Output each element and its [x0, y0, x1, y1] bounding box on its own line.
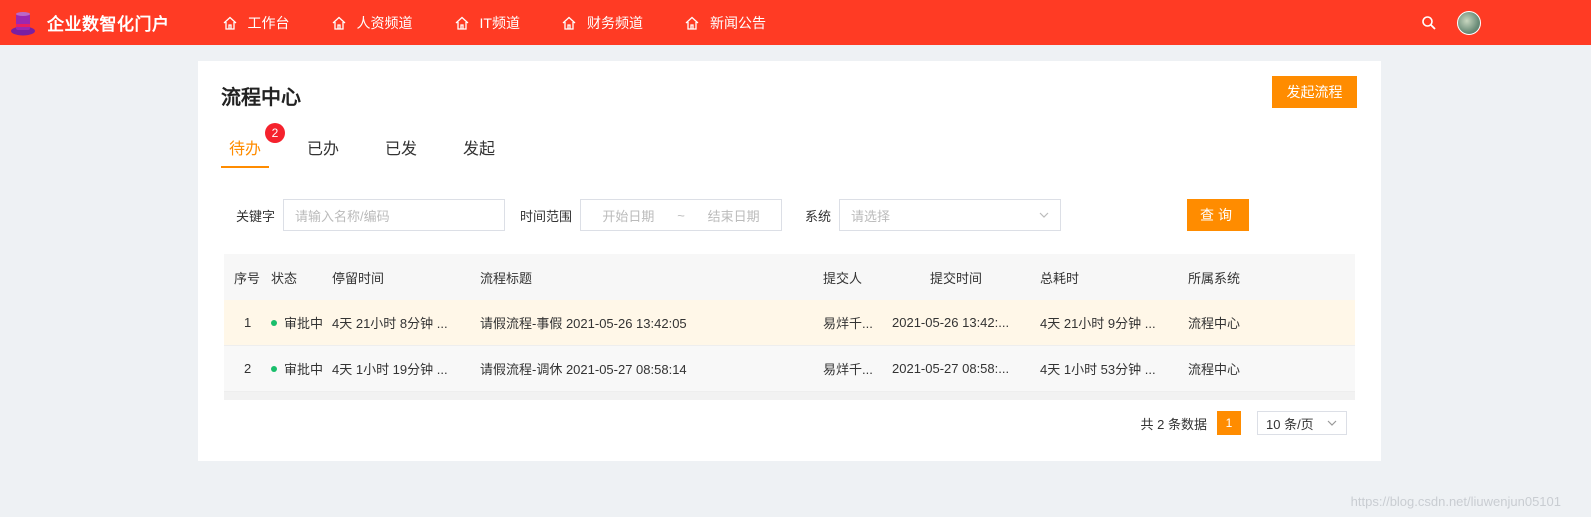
row-system: 流程中心 [1188, 316, 1241, 331]
row-stay-time: 4天 1小时 19分钟 ... [332, 362, 448, 377]
avatar[interactable] [1457, 10, 1481, 35]
row-index: 1 [244, 315, 252, 330]
tab-label: 已发 [385, 141, 418, 158]
tab-todo[interactable]: 待办 2 [221, 123, 285, 168]
col-title: 流程标题 [480, 270, 533, 286]
status-dot-icon [271, 319, 277, 326]
process-table: 序号 状态 停留时间 流程标题 提交人 提交时间 总耗时 所属系统 1 审批中 … [224, 254, 1355, 400]
row-title[interactable]: 请假流程-调休 2021-05-27 08:58:14 [480, 359, 823, 378]
tab-sent[interactable]: 已发 [377, 133, 425, 168]
query-button[interactable]: 查询 [1187, 199, 1249, 231]
tab-label: 发起 [463, 141, 496, 158]
nav-item-label: 人资频道 [356, 14, 413, 31]
todo-count-badge: 2 [265, 123, 285, 143]
row-submit-time: 2021-05-27 08:58:... [892, 361, 1010, 376]
table-row[interactable]: 2 审批中 4天 1小时 19分钟 ... 请假流程-调休 2021-05-27… [224, 346, 1355, 392]
table-header: 序号 状态 停留时间 流程标题 提交人 提交时间 总耗时 所属系统 [224, 254, 1355, 300]
page-size-select[interactable]: 10 条/页 [1257, 411, 1347, 435]
keyword-placeholder: 请输入名称/编码 [295, 208, 390, 224]
status-text: 审批中 [284, 362, 324, 377]
col-status: 状态 [271, 270, 298, 286]
nav-item-label: IT频道 [479, 14, 520, 31]
chevron-down-icon [1327, 420, 1337, 426]
page-button-current[interactable]: 1 [1217, 411, 1241, 435]
nav-item-label: 新闻公告 [709, 14, 766, 31]
row-total-time: 4天 1小时 53分钟 ... [1040, 362, 1156, 377]
col-total-time: 总耗时 [1040, 270, 1080, 286]
row-submit-time: 2021-05-26 13:42:... [892, 315, 1010, 330]
nav-item-it[interactable]: IT频道 [454, 13, 520, 33]
page-size-value: 10 条/页 [1266, 416, 1314, 432]
row-status: 审批中 [271, 313, 332, 332]
home-icon [332, 16, 345, 30]
col-index: 序号 [234, 270, 261, 286]
time-range-label: 时间范围 [520, 208, 573, 224]
top-hat-logo-icon [11, 11, 35, 35]
end-date-placeholder: 结束日期 [707, 208, 760, 224]
logo[interactable]: 企业数智化门户 [9, 9, 170, 37]
row-submitter: 易烊千... [823, 316, 873, 331]
page-title: 流程中心 [221, 87, 301, 109]
chevron-down-icon [1039, 212, 1049, 218]
row-total-time: 4天 21小时 9分钟 ... [1040, 316, 1156, 331]
start-process-button[interactable]: 发起流程 [1272, 76, 1357, 108]
keyword-label: 关键字 [236, 208, 276, 224]
nav-item-workbench[interactable]: 工作台 [222, 13, 290, 33]
home-icon [223, 16, 236, 30]
col-submit-time: 提交时间 [930, 270, 983, 286]
total-count: 共 2 条数据 [1140, 416, 1207, 432]
row-stay-time: 4天 21小时 8分钟 ... [332, 316, 448, 331]
system-select[interactable]: 请选择 [839, 199, 1062, 231]
nav-item-finance[interactable]: 财务频道 [561, 13, 643, 33]
tab-initiate[interactable]: 发起 [455, 133, 503, 168]
tab-bar: 待办 2 已办 已发 发起 [221, 123, 533, 168]
main-nav: 工作台 人资频道 IT频道 财务频道 新闻公告 [222, 13, 807, 33]
tab-label: 已办 [307, 141, 340, 158]
nav-item-label: 工作台 [247, 14, 290, 31]
tab-done[interactable]: 已办 [299, 133, 347, 168]
search-icon[interactable] [1421, 15, 1437, 31]
col-submitter: 提交人 [823, 270, 863, 286]
nav-item-news[interactable]: 新闻公告 [684, 13, 766, 33]
header-actions [1421, 0, 1481, 45]
col-stay-time: 停留时间 [332, 270, 385, 286]
table-scrollbar[interactable] [224, 392, 1355, 400]
row-title[interactable]: 请假流程-事假 2021-05-26 13:42:05 [480, 313, 823, 332]
row-index: 2 [244, 361, 252, 376]
tab-label: 待办 [229, 141, 262, 158]
process-center-panel: 流程中心 发起流程 待办 2 已办 已发 发起 关键字 请输入名称/编码 时间范… [198, 61, 1381, 461]
keyword-input[interactable]: 请输入名称/编码 [283, 199, 506, 231]
row-system: 流程中心 [1188, 362, 1241, 377]
home-icon [455, 16, 468, 30]
system-label: 系统 [805, 208, 832, 224]
top-navbar: 企业数智化门户 工作台 人资频道 IT频道 财务频道 新闻公告 [0, 0, 1591, 45]
app-title: 企业数智化门户 [47, 15, 170, 34]
home-icon [562, 16, 576, 30]
pagination: 共 2 条数据 1 10 条/页 [1141, 411, 1347, 435]
date-range-picker[interactable]: 开始日期 ~ 结束日期 [580, 199, 783, 231]
status-dot-icon [271, 365, 277, 372]
home-icon [685, 16, 699, 30]
filter-bar: 关键字 请输入名称/编码 时间范围 开始日期 ~ 结束日期 系统 请选择 查询 [236, 199, 1356, 231]
nav-item-hr[interactable]: 人资频道 [331, 13, 413, 33]
row-submitter: 易烊千... [823, 362, 873, 377]
start-date-placeholder: 开始日期 [602, 208, 655, 224]
status-text: 审批中 [284, 316, 324, 331]
nav-item-label: 财务频道 [586, 14, 643, 31]
table-row[interactable]: 1 审批中 4天 21小时 8分钟 ... 请假流程-事假 2021-05-26… [224, 300, 1355, 346]
row-status: 审批中 [271, 359, 332, 378]
watermark: https://blog.csdn.net/liuwenjun05101 [1350, 494, 1561, 509]
range-separator: ~ [677, 207, 685, 223]
system-placeholder: 请选择 [851, 208, 891, 224]
col-system: 所属系统 [1188, 270, 1241, 286]
